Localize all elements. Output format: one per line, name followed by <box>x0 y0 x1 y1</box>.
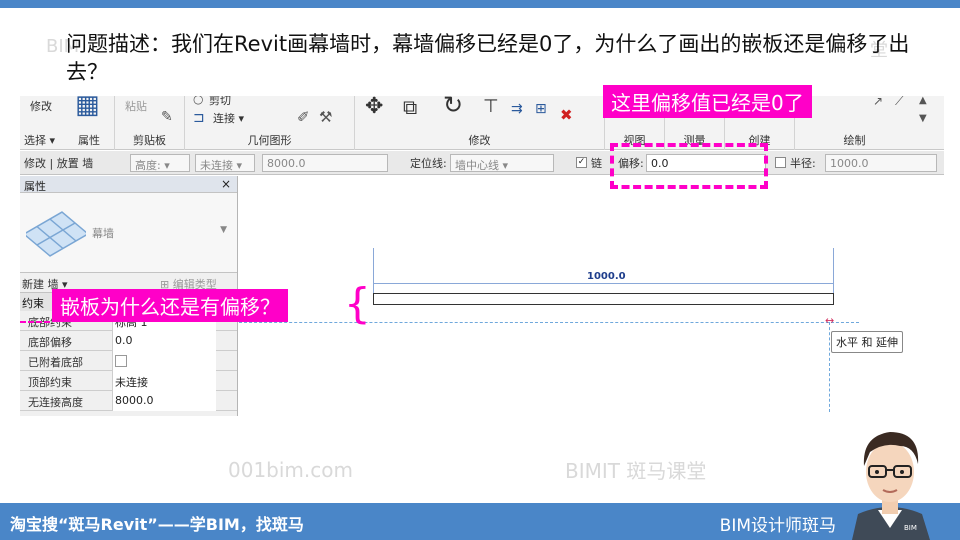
property-row: 无连接高度 8000.0 <box>20 391 237 411</box>
close-icon[interactable]: × <box>221 177 231 191</box>
property-value[interactable]: 0.0 <box>112 331 216 351</box>
paint-icon[interactable]: ✐ <box>297 108 310 126</box>
trim-icon[interactable]: ⊤ <box>483 98 499 116</box>
context-label: 修改 | 放置 墙 <box>24 157 94 170</box>
ribbon-group-select: 修改 ▦ 选择 ▾ 属性 <box>20 96 115 150</box>
curtain-wall-icon <box>26 211 86 257</box>
join-dropdown[interactable]: 连接 ▾ <box>213 110 244 126</box>
ribbon-group-modify: ✥ ⧉ ↻ ⊤ ⇉ ⊞ ✖ 修改 <box>355 96 605 150</box>
chain-checkbox[interactable]: ✓ <box>576 157 587 168</box>
property-row: 已附着底部 <box>20 351 237 371</box>
property-row: 顶部约束 未连接 <box>20 371 237 391</box>
cut-button-label[interactable]: 剪切 <box>209 96 231 108</box>
radius-label: 半径: <box>790 157 816 170</box>
unconnected-dropdown[interactable]: 未连接 ▾ <box>195 154 255 172</box>
footer-bar: 淘宝搜“斑马Revit”——学BIM，找斑马 BIM设计师斑马 <box>0 503 960 540</box>
join-icon[interactable]: ⊐ <box>193 109 205 127</box>
delete-icon[interactable]: ✖ <box>560 106 573 124</box>
modify-group-label: 修改 <box>468 134 491 147</box>
property-value[interactable]: 未连接 <box>112 371 216 391</box>
location-line-label: 定位线: <box>410 157 447 170</box>
type-name: 幕墙 <box>92 227 114 240</box>
dimension-text: 1000.0 <box>587 271 626 282</box>
type-selector[interactable]: 幕墙 ▼ <box>20 193 237 273</box>
panel-callout: 嵌板为什么还是有偏移？ <box>52 289 288 322</box>
avatar-badge: BIM <box>904 524 917 532</box>
extension-snap-icon: ↔ <box>825 314 835 327</box>
ribbon-scroll-up-icon[interactable]: ▲ <box>919 96 927 110</box>
ribbon-scroll-down-icon[interactable]: ▼ <box>919 110 927 128</box>
extension-guide-line <box>829 322 830 412</box>
revit-screenshot: 修改 ▦ 选择 ▾ 属性 粘贴 ✎ 剪贴板 ○ 剪切 ⊐ 连接 ▾ ✐ ⚒ 几何… <box>20 96 944 416</box>
watermark-brand: BIMIT 斑马课堂 <box>565 459 707 483</box>
properties-button-label[interactable]: 属性 <box>78 132 100 148</box>
align-icon[interactable]: ⇉ <box>511 100 523 118</box>
footer-left-text: 淘宝搜“斑马Revit”——学BIM，找斑马 <box>10 515 304 534</box>
chain-label: 链 <box>591 157 602 170</box>
move-icon[interactable]: ✥ <box>365 96 383 118</box>
property-key: 无连接高度 <box>28 396 83 409</box>
properties-title: 属性 <box>24 180 46 193</box>
height-dropdown[interactable]: 高度: ▾ <box>130 154 190 172</box>
properties-icon[interactable]: ▦ <box>75 96 100 118</box>
dimension-witness-right <box>833 248 834 296</box>
watermark-site: 001bim.com <box>228 458 353 482</box>
ribbon-group-clipboard: 粘贴 ✎ 剪贴板 <box>115 96 185 150</box>
modify-button-label[interactable]: 修改 <box>30 98 52 114</box>
height-label: 高度: <box>135 159 161 172</box>
paste-button-label[interactable]: 粘贴 <box>125 98 147 114</box>
avatar: BIM <box>852 432 930 540</box>
match-properties-icon[interactable]: ✎ <box>161 108 173 126</box>
property-value <box>112 351 216 371</box>
draw-group-label: 绘制 <box>843 134 866 147</box>
copy-icon[interactable]: ⧉ <box>403 97 417 117</box>
rotate-icon[interactable]: ↻ <box>443 96 463 117</box>
offset-callout: 这里偏移值已经是0了 <box>603 85 812 118</box>
radius-input[interactable]: 1000.0 <box>825 154 937 172</box>
cut-icon[interactable]: ○ <box>193 96 203 108</box>
top-accent-bar <box>0 0 960 8</box>
ribbon-group-geometry: ○ 剪切 ⊐ 连接 ▾ ✐ ⚒ 几何图形 <box>185 96 355 150</box>
unconnected-value: 未连接 <box>200 159 233 172</box>
dimension-line <box>373 283 834 284</box>
draw-arrow-icon[interactable]: ↗ <box>873 96 883 110</box>
height-value-input[interactable]: 8000.0 <box>262 154 388 172</box>
options-bar: 修改 | 放置 墙 高度: ▾ 未连接 ▾ 8000.0 定位线: 墙中心线 ▾… <box>20 151 944 175</box>
property-value[interactable]: 8000.0 <box>112 391 216 411</box>
wall-location-line <box>239 322 859 323</box>
clipboard-group-label: 剪贴板 <box>133 134 166 147</box>
footer-right-text: BIM设计师斑马 <box>719 516 836 536</box>
brace-icon: { <box>344 279 371 328</box>
properties-header: 属性 × <box>20 176 237 193</box>
location-line-value: 墙中心线 <box>455 159 499 172</box>
wrench-icon[interactable]: ⚒ <box>319 108 332 126</box>
property-key: 顶部约束 <box>28 376 72 389</box>
draw-line-icon[interactable]: ⟋ <box>895 96 903 110</box>
snap-tooltip: 水平 和 延伸 <box>831 331 903 353</box>
question-text: 问题描述：我们在Revit画幕墙时，幕墙偏移已经是0了，为什么了画出的嵌板还是偏… <box>66 32 910 84</box>
property-row: 底部偏移 0.0 <box>20 331 237 351</box>
location-line-dropdown[interactable]: 墙中心线 ▾ <box>450 154 554 172</box>
type-dropdown-caret-icon[interactable]: ▼ <box>220 225 227 235</box>
offset-highlight-box <box>610 143 768 189</box>
geometry-group-label: 几何图形 <box>247 134 292 147</box>
slide: BIM 堂 001bim.com BIMIT 斑马课堂 问题描述：我们在Revi… <box>0 0 960 540</box>
property-key: 底部偏移 <box>28 336 72 349</box>
property-key: 已附着底部 <box>28 356 83 369</box>
ribbon-group-draw: ↗ ⟋ ▲ ▼ 绘制 <box>795 96 944 150</box>
callout-dash-line <box>20 321 50 323</box>
dimension-witness-left <box>373 248 374 296</box>
curtain-wall-preview[interactable] <box>373 293 834 305</box>
radius-checkbox[interactable] <box>775 157 786 168</box>
array-icon[interactable]: ⊞ <box>535 100 547 118</box>
select-dropdown[interactable]: 选择 ▾ <box>24 132 55 148</box>
attached-bottom-checkbox[interactable] <box>115 355 127 367</box>
